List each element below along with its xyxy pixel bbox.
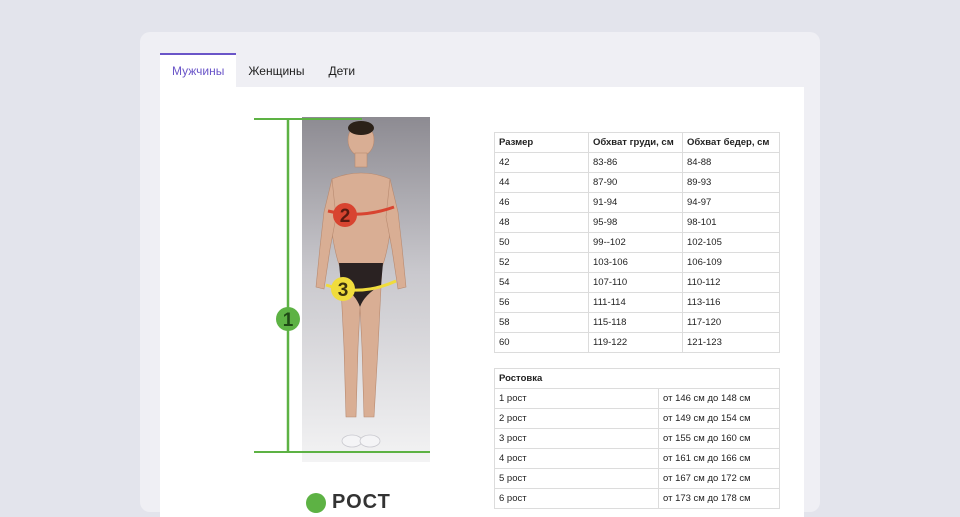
height-name-cell: 5 рост <box>494 468 659 489</box>
height-name-cell: 4 рост <box>494 448 659 469</box>
tab-panel-men: 1 2 3 Размер Обхват груди, см Обхват бед… <box>160 87 804 517</box>
size-table: Размер Обхват груди, см Обхват бедер, см… <box>494 132 780 353</box>
table-row: 52 103-106 106-109 <box>494 252 780 273</box>
table-row: 44 87-90 89-93 <box>494 172 780 193</box>
table-row: 6 рост от 173 см до 178 см <box>494 488 780 509</box>
height-range-cell: от 167 см до 172 см <box>658 468 780 489</box>
gender-tabs: Мужчины Женщины Дети <box>160 53 367 87</box>
size-cell: 42 <box>494 152 589 173</box>
hips-cell: 121-123 <box>682 332 780 353</box>
size-cell: 54 <box>494 272 589 293</box>
chest-cell: 107-110 <box>588 272 683 293</box>
chest-marker-number: 2 <box>340 206 351 227</box>
tab-kids[interactable]: Дети <box>316 53 367 87</box>
height-range-cell: от 173 см до 178 см <box>658 488 780 509</box>
size-cell: 58 <box>494 312 589 333</box>
header-chest: Обхват груди, см <box>588 132 683 153</box>
chest-cell: 115-118 <box>588 312 683 333</box>
size-cell: 50 <box>494 232 589 253</box>
size-cell: 60 <box>494 332 589 353</box>
chest-cell: 83-86 <box>588 152 683 173</box>
chest-cell: 119-122 <box>588 332 683 353</box>
hips-marker-number: 3 <box>338 280 349 301</box>
height-name-cell: 3 рост <box>494 428 659 449</box>
hips-cell: 117-120 <box>682 312 780 333</box>
tab-men[interactable]: Мужчины <box>160 53 237 87</box>
table-row: 60 119-122 121-123 <box>494 332 780 353</box>
height-legend-label: РОСТ <box>332 491 391 513</box>
hips-cell: 106-109 <box>682 252 780 273</box>
size-cell: 44 <box>494 172 589 193</box>
height-range-cell: от 146 см до 148 см <box>658 388 780 409</box>
table-row: 1 рост от 146 см до 148 см <box>494 388 780 409</box>
table-row: 42 83-86 84-88 <box>494 152 780 173</box>
height-marker-number: 1 <box>283 310 294 331</box>
height-range-cell: от 149 см до 154 см <box>658 408 780 429</box>
header-size: Размер <box>494 132 589 153</box>
hips-cell: 110-112 <box>682 272 780 293</box>
hips-cell: 113-116 <box>682 292 780 313</box>
size-cell: 52 <box>494 252 589 273</box>
table-row: 56 111-114 113-116 <box>494 292 780 313</box>
chest-cell: 95-98 <box>588 212 683 233</box>
height-name-cell: 1 рост <box>494 388 659 409</box>
size-cell: 46 <box>494 192 589 213</box>
chest-cell: 91-94 <box>588 192 683 213</box>
hips-cell: 102-105 <box>682 232 780 253</box>
figure-illustration: 1 2 3 <box>254 117 430 462</box>
height-name-cell: 6 рост <box>494 488 659 509</box>
height-table-header-row: Ростовка <box>494 368 780 389</box>
height-name-cell: 2 рост <box>494 408 659 429</box>
hips-cell: 94-97 <box>682 192 780 213</box>
table-row: 5 рост от 167 см до 172 см <box>494 468 780 489</box>
table-row: 4 рост от 161 см до 166 см <box>494 448 780 469</box>
size-table-header-row: Размер Обхват груди, см Обхват бедер, см <box>494 132 780 153</box>
tab-women[interactable]: Женщины <box>236 53 316 87</box>
size-cell: 56 <box>494 292 589 313</box>
table-row: 50 99--102 102-105 <box>494 232 780 253</box>
height-legend: РОСТ <box>306 491 391 514</box>
hips-cell: 84-88 <box>682 152 780 173</box>
table-row: 2 рост от 149 см до 154 см <box>494 408 780 429</box>
size-cell: 48 <box>494 212 589 233</box>
hips-cell: 89-93 <box>682 172 780 193</box>
chest-cell: 99--102 <box>588 232 683 253</box>
header-height: Ростовка <box>494 368 780 389</box>
table-row: 48 95-98 98-101 <box>494 212 780 233</box>
table-row: 58 115-118 117-120 <box>494 312 780 333</box>
body-measurement-figure: 1 2 3 <box>254 117 434 462</box>
table-row: 54 107-110 110-112 <box>494 272 780 293</box>
hair <box>348 121 374 135</box>
height-table: Ростовка 1 рост от 146 см до 148 см 2 рос… <box>494 368 780 509</box>
hips-cell: 98-101 <box>682 212 780 233</box>
header-hips: Обхват бедер, см <box>682 132 780 153</box>
chest-cell: 103-106 <box>588 252 683 273</box>
height-range-cell: от 161 см до 166 см <box>658 448 780 469</box>
table-row: 3 рост от 155 см до 160 см <box>494 428 780 449</box>
table-row: 46 91-94 94-97 <box>494 192 780 213</box>
height-range-cell: от 155 см до 160 см <box>658 428 780 449</box>
size-chart-window: Мужчины Женщины Дети 1 2 3 Размер Обхват… <box>140 32 820 517</box>
chest-cell: 111-114 <box>588 292 683 313</box>
chest-cell: 87-90 <box>588 172 683 193</box>
